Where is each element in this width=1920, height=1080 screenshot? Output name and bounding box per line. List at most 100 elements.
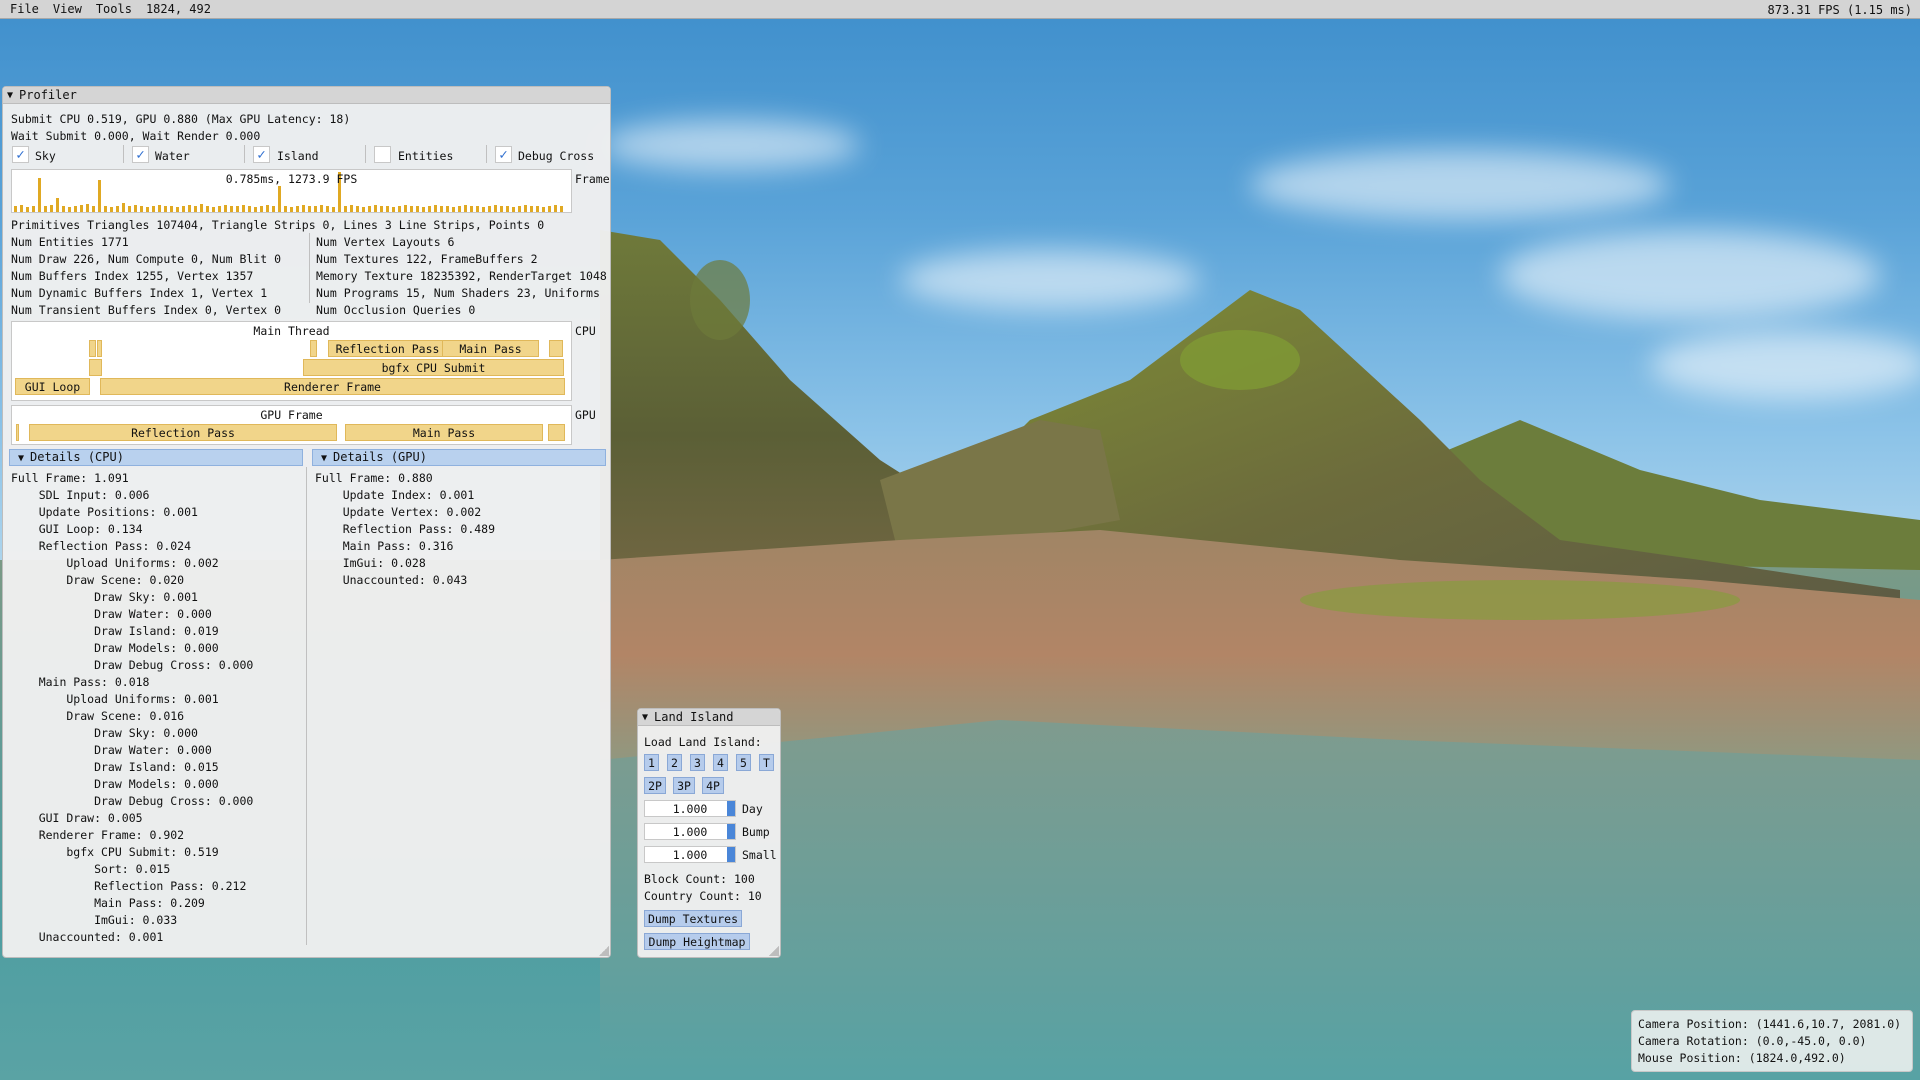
small-value: 1.000 bbox=[672, 847, 708, 862]
frame-plot-side-label: Frame bbox=[575, 172, 610, 186]
details-cpu-row: Draw Debug Cross: 0.000 bbox=[11, 794, 254, 808]
submit-stats: Submit CPU 0.519, GPU 0.880 (Max GPU Lat… bbox=[11, 112, 351, 126]
bump-slider-handle[interactable] bbox=[727, 824, 735, 839]
mouse-position: Mouse Position: (1824.0,492.0) bbox=[1638, 1051, 1846, 1065]
menu-bar: File View Tools 1824, 492 873.31 FPS (1.… bbox=[0, 0, 1920, 19]
stat-left-4: Num Dynamic Buffers Index 1, Vertex 1 bbox=[11, 286, 268, 300]
details-cpu-row: Unaccounted: 0.001 bbox=[11, 930, 164, 944]
details-cpu-row: Full Frame: 1.091 bbox=[11, 471, 129, 485]
menu-view[interactable]: View bbox=[53, 2, 82, 16]
profiler-title-bar[interactable]: ▼ Profiler bbox=[3, 87, 610, 104]
resize-grip-icon[interactable] bbox=[599, 946, 609, 956]
cpu-marker-bar[interactable] bbox=[549, 340, 563, 357]
mouse-coordinates: 1824, 492 bbox=[145, 2, 211, 16]
cpu-timeline[interactable]: Main Thread Reflection Pass Main Pass bg… bbox=[11, 321, 572, 401]
small-slider-handle[interactable] bbox=[727, 847, 735, 862]
load-island-2p-button[interactable]: 2P bbox=[644, 777, 666, 794]
cpu-marker-bar[interactable] bbox=[89, 359, 102, 376]
debug-cross-checkbox-label: Debug Cross bbox=[518, 149, 595, 163]
dump-textures-button[interactable]: Dump Textures bbox=[644, 910, 742, 927]
load-island-3-button[interactable]: 3 bbox=[690, 754, 705, 771]
details-cpu-row: Renderer Frame: 0.902 bbox=[11, 828, 185, 842]
gpu-marker-bar[interactable] bbox=[16, 424, 19, 441]
collapse-arrow-icon: ▼ bbox=[18, 453, 25, 464]
block-count: Block Count: 100 bbox=[644, 872, 755, 886]
load-island-5-button[interactable]: 5 bbox=[736, 754, 751, 771]
cpu-marker-bar[interactable] bbox=[89, 340, 96, 357]
gpu-reflection-pass-bar[interactable]: Reflection Pass bbox=[29, 424, 337, 441]
stat-right-2: Num Textures 122, FrameBuffers 2 bbox=[316, 252, 538, 266]
details-gpu-header-label: Details (GPU) bbox=[333, 450, 427, 464]
gpu-timeline-title: GPU Frame bbox=[260, 408, 323, 422]
check-icon: ✓ bbox=[136, 146, 145, 163]
day-value: 1.000 bbox=[672, 801, 708, 816]
load-island-4p-button[interactable]: 4P bbox=[702, 777, 724, 794]
island-checkbox[interactable]: ✓ bbox=[253, 146, 270, 163]
debug-cross-checkbox[interactable]: ✓ bbox=[495, 146, 512, 163]
profiler-title: Profiler bbox=[19, 88, 77, 102]
gpu-timeline[interactable]: GPU Frame Reflection Pass Main Pass bbox=[11, 405, 572, 445]
dump-heightmap-button[interactable]: Dump Heightmap bbox=[644, 933, 750, 950]
frame-time-plot[interactable]: 0.785ms, 1273.9 FPS bbox=[11, 169, 572, 213]
details-cpu-row: Draw Sky: 0.001 bbox=[11, 590, 198, 604]
day-value-input[interactable]: 1.000 bbox=[644, 800, 736, 817]
cpu-marker-bar[interactable] bbox=[310, 340, 317, 357]
load-island-3p-button[interactable]: 3P bbox=[673, 777, 695, 794]
country-count: Country Count: 10 bbox=[644, 889, 762, 903]
details-cpu-row: Upload Uniforms: 0.002 bbox=[11, 556, 219, 570]
load-island-4-button[interactable]: 4 bbox=[713, 754, 728, 771]
cpu-bgfx-submit-bar[interactable]: bgfx CPU Submit bbox=[303, 359, 564, 376]
sky-checkbox-label: Sky bbox=[35, 149, 56, 163]
resize-grip-icon[interactable] bbox=[769, 946, 779, 956]
bump-label: Bump bbox=[742, 825, 770, 839]
details-cpu-row: ImGui: 0.033 bbox=[11, 913, 178, 927]
gpu-main-pass-bar[interactable]: Main Pass bbox=[345, 424, 543, 441]
land-island-title-bar[interactable]: ▼ Land Island bbox=[638, 709, 780, 726]
details-cpu-row: Update Positions: 0.001 bbox=[11, 505, 198, 519]
details-gpu-row: Update Index: 0.001 bbox=[315, 488, 475, 502]
menu-file[interactable]: File bbox=[10, 2, 39, 16]
small-value-input[interactable]: 1.000 bbox=[644, 846, 736, 863]
load-island-t-button[interactable]: T bbox=[759, 754, 774, 771]
wait-stats: Wait Submit 0.000, Wait Render 0.000 bbox=[11, 129, 261, 143]
details-cpu-row: Main Pass: 0.209 bbox=[11, 896, 205, 910]
load-island-label: Load Land Island: bbox=[644, 735, 762, 749]
load-island-1-button[interactable]: 1 bbox=[644, 754, 659, 771]
details-gpu-header[interactable]: ▼ Details (GPU) bbox=[312, 449, 606, 466]
water-checkbox[interactable]: ✓ bbox=[132, 146, 149, 163]
collapse-arrow-icon[interactable]: ▼ bbox=[7, 90, 13, 101]
land-island-title: Land Island bbox=[654, 710, 734, 724]
cpu-main-pass-bar[interactable]: Main Pass bbox=[442, 340, 539, 357]
details-cpu-header[interactable]: ▼ Details (CPU) bbox=[9, 449, 303, 466]
day-slider-handle[interactable] bbox=[727, 801, 735, 816]
stat-left-1: Num Entities 1771 bbox=[11, 235, 129, 249]
stat-left-5: Num Transient Buffers Index 0, Vertex 0 bbox=[11, 303, 282, 317]
cpu-reflection-pass-bar[interactable]: Reflection Pass bbox=[328, 340, 447, 357]
details-cpu-row: SDL Input: 0.006 bbox=[11, 488, 150, 502]
details-gpu-row: Update Vertex: 0.002 bbox=[315, 505, 482, 519]
small-label: Small bbox=[742, 848, 777, 862]
details-cpu-row: Draw Debug Cross: 0.000 bbox=[11, 658, 254, 672]
collapse-arrow-icon[interactable]: ▼ bbox=[642, 712, 648, 723]
details-gpu-row: Reflection Pass: 0.489 bbox=[315, 522, 496, 536]
details-cpu-row: GUI Draw: 0.005 bbox=[11, 811, 143, 825]
cpu-renderer-frame-bar[interactable]: Renderer Frame bbox=[100, 378, 565, 395]
cpu-gui-loop-bar[interactable]: GUI Loop bbox=[15, 378, 90, 395]
load-island-2-button[interactable]: 2 bbox=[667, 754, 682, 771]
details-cpu-tree: Full Frame: 1.091 SDL Input: 0.006 Updat… bbox=[11, 470, 253, 946]
menu-tools[interactable]: Tools bbox=[96, 2, 132, 16]
details-gpu-row: ImGui: 0.028 bbox=[315, 556, 426, 570]
details-cpu-row: Draw Scene: 0.020 bbox=[11, 573, 185, 587]
stat-right-1: Num Vertex Layouts 6 bbox=[316, 235, 455, 249]
details-cpu-row: Draw Water: 0.000 bbox=[11, 607, 212, 621]
bump-value-input[interactable]: 1.000 bbox=[644, 823, 736, 840]
sky-checkbox[interactable]: ✓ bbox=[12, 146, 29, 163]
entities-checkbox[interactable] bbox=[374, 146, 391, 163]
gpu-marker-bar[interactable] bbox=[548, 424, 565, 441]
details-gpu-row: Main Pass: 0.316 bbox=[315, 539, 454, 553]
land-island-window: ▼ Land Island Load Land Island: 1 2 3 4 … bbox=[637, 708, 781, 958]
cpu-marker-bar[interactable] bbox=[97, 340, 102, 357]
cpu-timeline-title: Main Thread bbox=[253, 324, 330, 338]
details-cpu-row: Reflection Pass: 0.024 bbox=[11, 539, 192, 553]
entities-checkbox-label: Entities bbox=[398, 149, 454, 163]
